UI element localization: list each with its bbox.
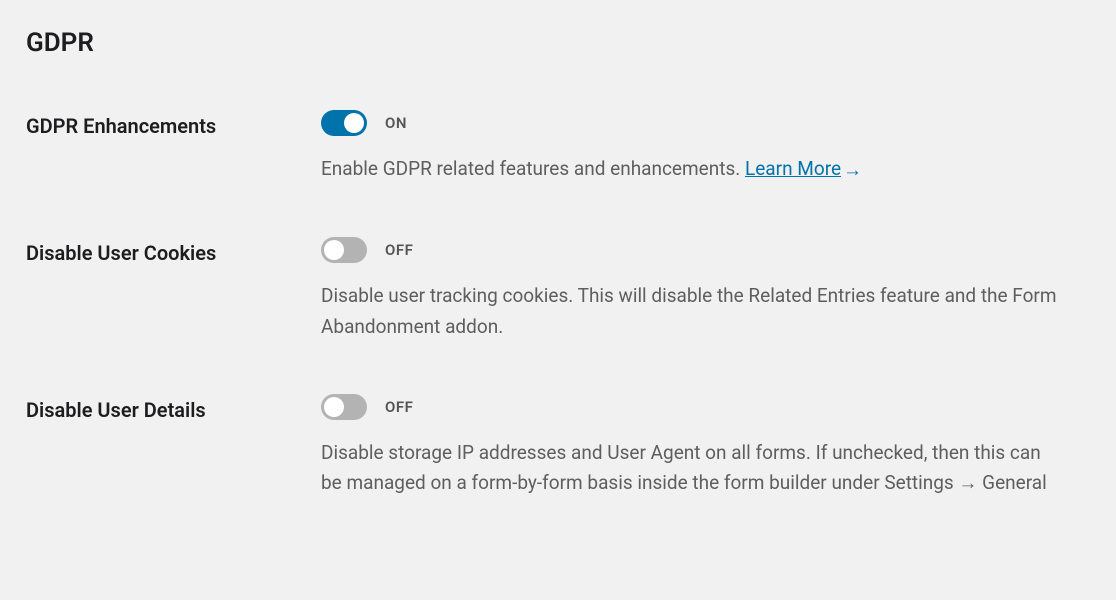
- setting-disable-cookies: Disable User Cookies OFF Disable user tr…: [26, 237, 1090, 342]
- toggle-line-details: OFF: [321, 394, 1060, 420]
- toggle-state-details: OFF: [385, 398, 413, 416]
- arrow-right-icon: →: [843, 155, 862, 185]
- toggle-state-enhancements: ON: [385, 114, 407, 132]
- toggle-line-cookies: OFF: [321, 237, 1060, 263]
- setting-desc-details: Disable storage IP addresses and User Ag…: [321, 438, 1060, 499]
- desc-text-enhancements: Enable GDPR related features and enhance…: [321, 157, 745, 180]
- setting-disable-details: Disable User Details OFF Disable storage…: [26, 394, 1090, 499]
- toggle-knob: [344, 113, 364, 133]
- setting-gdpr-enhancements: GDPR Enhancements ON Enable GDPR related…: [26, 110, 1090, 185]
- toggle-disable-cookies[interactable]: [321, 237, 367, 263]
- setting-label-details: Disable User Details: [26, 394, 321, 422]
- toggle-state-cookies: OFF: [385, 241, 413, 259]
- setting-label-enhancements: GDPR Enhancements: [26, 110, 321, 138]
- setting-label-cookies: Disable User Cookies: [26, 237, 321, 265]
- toggle-line-enhancements: ON: [321, 110, 1060, 136]
- setting-desc-cookies: Disable user tracking cookies. This will…: [321, 281, 1060, 342]
- setting-desc-enhancements: Enable GDPR related features and enhance…: [321, 154, 1060, 185]
- setting-content-details: OFF Disable storage IP addresses and Use…: [321, 394, 1090, 499]
- toggle-disable-details[interactable]: [321, 394, 367, 420]
- toggle-knob: [324, 240, 344, 260]
- learn-more-link[interactable]: Learn More: [745, 157, 841, 180]
- setting-content-cookies: OFF Disable user tracking cookies. This …: [321, 237, 1090, 342]
- toggle-gdpr-enhancements[interactable]: [321, 110, 367, 136]
- setting-content-enhancements: ON Enable GDPR related features and enha…: [321, 110, 1090, 185]
- section-title: GDPR: [26, 28, 1090, 58]
- toggle-knob: [324, 397, 344, 417]
